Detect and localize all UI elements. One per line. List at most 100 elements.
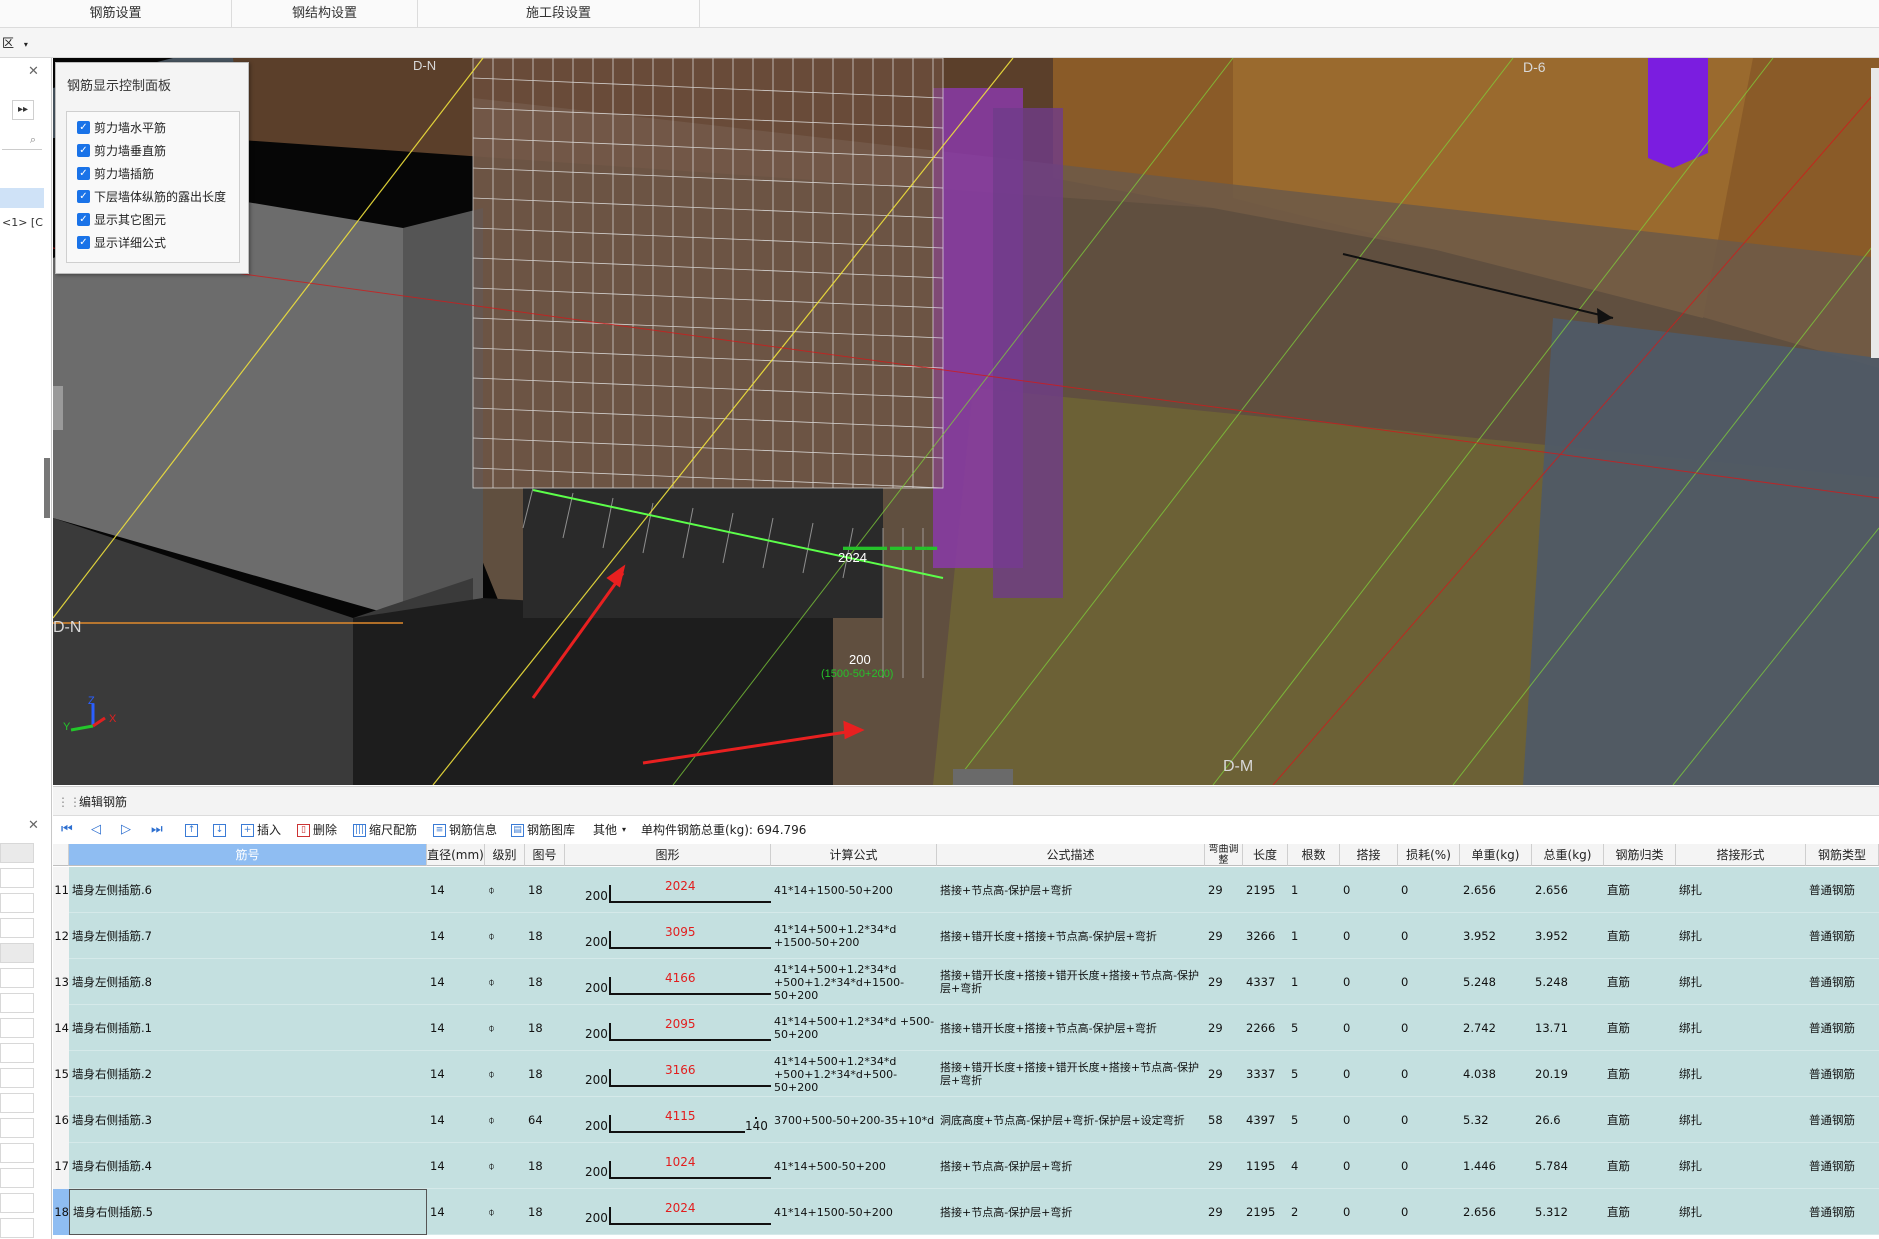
cell-total-weight[interactable]: 26.6 — [1532, 1097, 1604, 1143]
cell-category[interactable]: 直筋 — [1604, 959, 1676, 1005]
cell-lap[interactable]: 0 — [1340, 959, 1398, 1005]
cell-lap-type[interactable]: 绑扎 — [1676, 959, 1806, 1005]
cell-grade[interactable]: ⌽ — [485, 1189, 525, 1235]
cell-shape[interactable]: 200 2024 — [565, 1189, 771, 1235]
column-header[interactable]: 总重(kg) — [1532, 844, 1604, 866]
cell-rebar-type[interactable]: 普通钢筋 — [1806, 1051, 1879, 1097]
right-tool-strip[interactable] — [1871, 68, 1879, 358]
cell-figure-number[interactable]: 18 — [525, 1189, 565, 1235]
column-header[interactable]: 单重(kg) — [1460, 844, 1532, 866]
cell-formula[interactable]: 41*14+500+1.2*34*d +500+1.2*34*d+500-50+… — [771, 1051, 937, 1097]
cell-total-weight[interactable]: 2.656 — [1532, 867, 1604, 913]
row-number[interactable]: 17 — [53, 1143, 69, 1189]
cell-rebar-name[interactable]: 墙身右侧插筋.5 — [69, 1189, 427, 1235]
column-header[interactable]: 钢筋类型 — [1806, 844, 1879, 866]
cell-diameter[interactable]: 14 — [427, 959, 485, 1005]
cell-count[interactable]: 1 — [1288, 913, 1340, 959]
column-header[interactable]: 图号 — [525, 844, 565, 866]
cell-figure-number[interactable]: 18 — [525, 867, 565, 913]
checkbox-show-detailed-formula[interactable]: ✓ 显示详细公式 — [77, 232, 166, 252]
cell-category[interactable]: 直筋 — [1604, 1143, 1676, 1189]
cell-unit-weight[interactable]: 1.446 — [1460, 1143, 1532, 1189]
row-number[interactable]: 18 — [53, 1189, 69, 1235]
cell-grade[interactable]: ⌽ — [485, 1097, 525, 1143]
row-number[interactable]: 12 — [53, 913, 69, 959]
cell-diameter[interactable]: 14 — [427, 867, 485, 913]
cell-length[interactable]: 3266 — [1243, 913, 1288, 959]
table-row[interactable]: 18 墙身右侧插筋.5 14 ⌽ 18 41*14+1500-50+200 搭接+节点高-保… — [53, 1189, 1879, 1235]
insert-button[interactable]: + 插入 — [241, 820, 281, 840]
cell-formula-description[interactable]: 搭接+错开长度+搭接+错开长度+搭接+节点高-保护层+弯折 — [937, 1051, 1205, 1097]
cell-length[interactable]: 2195 — [1243, 1189, 1288, 1235]
cell-unit-weight[interactable]: 3.952 — [1460, 913, 1532, 959]
cell-lap[interactable]: 0 — [1340, 1051, 1398, 1097]
cell-bend-adjust[interactable]: 29 — [1205, 1051, 1243, 1097]
tree-item-label[interactable]: <1> [C — [2, 216, 43, 229]
cell-lap-type[interactable]: 绑扎 — [1676, 867, 1806, 913]
cell-total-weight[interactable]: 5.312 — [1532, 1189, 1604, 1235]
cell-rebar-name[interactable]: 墙身左侧插筋.8 — [69, 959, 427, 1005]
cell-category[interactable]: 直筋 — [1604, 1189, 1676, 1235]
tab-construction-section-settings[interactable]: 施工段设置 — [418, 0, 700, 28]
cell-formula-description[interactable]: 搭接+节点高-保护层+弯折 — [937, 1189, 1205, 1235]
cell-bend-adjust[interactable]: 29 — [1205, 867, 1243, 913]
cell-lap[interactable]: 0 — [1340, 1005, 1398, 1051]
cell-rebar-name[interactable]: 墙身左侧插筋.7 — [69, 913, 427, 959]
cell-count[interactable]: 1 — [1288, 867, 1340, 913]
cell-lap-type[interactable]: 绑扎 — [1676, 913, 1806, 959]
cell-bend-adjust[interactable]: 29 — [1205, 1189, 1243, 1235]
cell-bend-adjust[interactable]: 29 — [1205, 959, 1243, 1005]
property-row[interactable] — [0, 918, 34, 938]
property-row[interactable] — [0, 1118, 34, 1138]
table-row[interactable]: 14 墙身右侧插筋.1 14 ⌽ 18 41*14+500+1.2*34*d +500-5… — [53, 1005, 1879, 1051]
cell-category[interactable]: 直筋 — [1604, 867, 1676, 913]
expand-button[interactable]: ▸▸ — [12, 100, 34, 120]
cell-formula-description[interactable]: 搭接+错开长度+搭接+节点高-保护层+弯折 — [937, 1005, 1205, 1051]
property-row[interactable] — [0, 1218, 34, 1238]
cell-shape[interactable]: 200 2095 — [565, 1005, 771, 1051]
cell-length[interactable]: 1195 — [1243, 1143, 1288, 1189]
cell-grade[interactable]: ⌽ — [485, 1005, 525, 1051]
checkbox-shear-wall-dowel[interactable]: ✓ 剪力墙插筋 — [77, 163, 154, 183]
bottom-collapse-tab[interactable] — [953, 769, 1013, 785]
scale-rebar-button[interactable]: ||| 缩尺配筋 — [353, 820, 417, 840]
cell-formula-description[interactable]: 洞底高度+节点高-保护层+弯折-保护层+设定弯折 — [937, 1097, 1205, 1143]
column-header[interactable]: 级别 — [485, 844, 525, 866]
cell-formula[interactable]: 3700+500-50+200-35+10*d — [771, 1097, 937, 1143]
other-dropdown[interactable]: 其他 ▾ — [593, 820, 626, 840]
column-header[interactable]: 计算公式 — [771, 844, 937, 866]
region-dropdown[interactable]: 区 ▾ — [0, 34, 28, 52]
cell-total-weight[interactable]: 3.952 — [1532, 913, 1604, 959]
checkbox-lower-wall-exposed-length[interactable]: ✓ 下层墙体纵筋的露出长度 — [77, 186, 226, 206]
cell-diameter[interactable]: 14 — [427, 1097, 485, 1143]
cell-rebar-name[interactable]: 墙身右侧插筋.3 — [69, 1097, 427, 1143]
column-header[interactable]: 搭接形式 — [1676, 844, 1806, 866]
cell-unit-weight[interactable]: 5.248 — [1460, 959, 1532, 1005]
cell-formula[interactable]: 41*14+1500-50+200 — [771, 867, 937, 913]
collapse-handle[interactable] — [44, 458, 50, 518]
rebar-library-button[interactable]: ▤ 钢筋图库 — [511, 820, 575, 840]
cell-figure-number[interactable]: 64 — [525, 1097, 565, 1143]
cell-lap-type[interactable]: 绑扎 — [1676, 1051, 1806, 1097]
cell-grade[interactable]: ⌽ — [485, 1143, 525, 1189]
cell-loss[interactable]: 0 — [1398, 867, 1460, 913]
cell-total-weight[interactable]: 5.248 — [1532, 959, 1604, 1005]
cell-category[interactable]: 直筋 — [1604, 1097, 1676, 1143]
cell-bend-adjust[interactable]: 58 — [1205, 1097, 1243, 1143]
delete-button[interactable]: ▯ 删除 — [297, 820, 337, 840]
cell-lap[interactable]: 0 — [1340, 867, 1398, 913]
rebar-info-button[interactable]: ≡ 钢筋信息 — [433, 820, 497, 840]
cell-count[interactable]: 4 — [1288, 1143, 1340, 1189]
cell-grade[interactable]: ⌽ — [485, 913, 525, 959]
column-header[interactable]: 搭接 — [1340, 844, 1398, 866]
property-row[interactable] — [0, 1043, 34, 1063]
cell-lap-type[interactable]: 绑扎 — [1676, 1005, 1806, 1051]
cell-lap-type[interactable]: 绑扎 — [1676, 1189, 1806, 1235]
3d-viewport[interactable]: ▬▬▬▬ ▬▬ ▬▬ D-N D-M D-6 D-N 2024 200 (150… — [53, 58, 1879, 785]
cell-formula[interactable]: 41*14+500+1.2*34*d +500-50+200 — [771, 1005, 937, 1051]
cell-lap[interactable]: 0 — [1340, 913, 1398, 959]
cell-formula[interactable]: 41*14+500+1.2*34*d +500+1.2*34*d+1500-50… — [771, 959, 937, 1005]
cell-shape[interactable]: 200 4166 — [565, 959, 771, 1005]
selected-tree-item[interactable] — [0, 188, 44, 208]
search-icon[interactable]: ⌕ — [2, 130, 42, 150]
